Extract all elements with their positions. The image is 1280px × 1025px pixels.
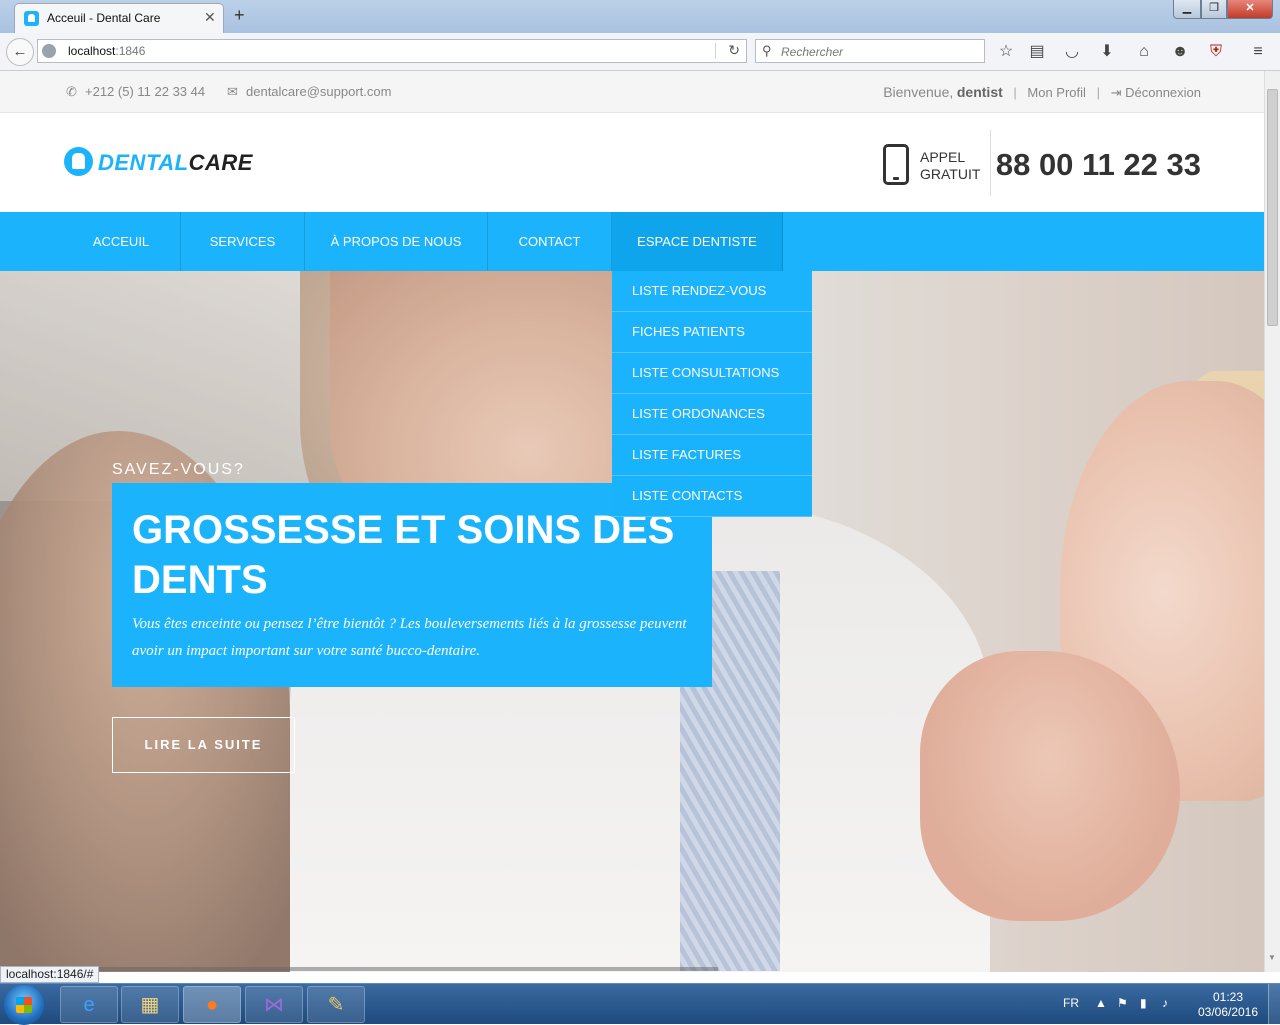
free-call-label: APPEL GRATUIT (920, 149, 980, 183)
paint-icon[interactable]: ✎ (307, 986, 365, 1023)
url-host: localhost (68, 44, 116, 58)
action-center-icon[interactable]: ⚑ (1117, 996, 1128, 1010)
visual-studio-icon[interactable]: ⋈ (245, 986, 303, 1023)
url-bar[interactable]: localhost:1846 ↻ (37, 39, 747, 63)
nav-item-a-propos[interactable]: À PROPOS DE NOUS (305, 212, 488, 271)
file-explorer-icon[interactable]: ▦ (121, 986, 179, 1023)
nav-item-contact[interactable]: CONTACT (488, 212, 612, 271)
call-number: 88 00 11 22 33 (995, 147, 1201, 182)
nav-item-espace-dentiste[interactable]: ESPACE DENTISTE (612, 212, 783, 271)
welcome-username: dentist (956, 84, 1003, 100)
dropdown-item-consultations[interactable]: LISTE CONSULTATIONS (612, 353, 812, 394)
chat-icon[interactable]: ☻ (1170, 42, 1190, 62)
tab-close-button[interactable]: ✕ (204, 9, 216, 26)
window-maximize-button[interactable]: ❐ (1201, 0, 1227, 19)
hero-text: Vous êtes enceinte ou pensez l’être bien… (132, 616, 687, 659)
phone-icon: ✆ (66, 84, 77, 99)
internet-explorer-icon[interactable]: e (60, 986, 118, 1023)
nav-item-services[interactable]: SERVICES (181, 212, 305, 271)
download-icon[interactable]: ⬇ (1097, 42, 1117, 62)
reading-list-icon[interactable]: ▤ (1027, 42, 1047, 62)
site-logo[interactable]: DENTALCARE (98, 150, 253, 176)
logout-link[interactable]: Déconnexion (1125, 85, 1201, 100)
windows-logo-icon (16, 997, 32, 1013)
profile-link[interactable]: Mon Profil (1027, 85, 1086, 100)
bookmark-star-icon[interactable]: ☆ (996, 42, 1016, 62)
top-info-bar: ✆ +212 (5) 11 22 33 44 ✉ dentalcare@suppor… (0, 71, 1264, 113)
window-close-button[interactable]: ✕ (1227, 0, 1273, 19)
firefox-icon[interactable]: ● (183, 986, 241, 1023)
mobile-phone-icon (883, 144, 909, 185)
pocket-icon[interactable]: ◡ (1062, 42, 1082, 62)
show-desktop-button[interactable] (1268, 984, 1280, 1025)
top-email: ✉ dentalcare@support.com (227, 84, 391, 100)
logo-text-dental: DENTAL (98, 150, 189, 175)
status-url: localhost:1846/# (0, 966, 100, 983)
clock-date: 03/06/2016 (1197, 1005, 1259, 1019)
search-placeholder: Rechercher (781, 45, 844, 59)
vertical-scrollbar[interactable]: ▲ ▼ (1264, 71, 1280, 972)
windows-taskbar: e ▦ ● ⋈ ✎ FR ▲ ⚑ ▮ ♪ 01:23 03/06/2016 (0, 983, 1280, 1025)
window-minimize-button[interactable]: ▁ (1173, 0, 1201, 19)
header-divider (990, 130, 991, 196)
language-indicator[interactable]: FR (1063, 996, 1079, 1010)
start-button[interactable] (4, 985, 44, 1025)
reload-icon[interactable]: ↻ (728, 42, 740, 59)
free-call-line1: APPEL (920, 149, 966, 165)
user-area: Bienvenue, dentist | Mon Profil | ⇥ Déco… (883, 84, 1201, 101)
tooth-logo-icon[interactable] (64, 147, 93, 176)
dropdown-item-contacts[interactable]: LISTE CONTACTS (612, 476, 812, 517)
url-separator (715, 43, 716, 59)
home-icon[interactable]: ⌂ (1134, 42, 1154, 62)
back-button[interactable]: ← (6, 38, 34, 66)
logout-icon: ⇥ (1110, 85, 1122, 100)
network-icon[interactable]: ▮ (1140, 996, 1147, 1010)
tooth-favicon-icon (24, 11, 39, 26)
separator: | (1013, 85, 1017, 100)
clock-time: 01:23 (1212, 990, 1244, 1004)
new-tab-button[interactable]: + (234, 5, 245, 26)
hero-title: GROSSESSE ET SOINS DES DENTS (132, 508, 675, 602)
globe-icon (42, 44, 56, 58)
scrollbar-thumb[interactable] (1267, 89, 1278, 326)
browser-tab-bar: Acceuil - Dental Care ✕ + ▁ ❐ ✕ (0, 0, 1280, 33)
dropdown-item-ordonances[interactable]: LISTE ORDONANCES (612, 394, 812, 435)
hero-kicker: SAVEZ-VOUS? (112, 461, 245, 478)
site-header: DENTALCARE APPEL GRATUIT 88 00 11 22 33 (0, 113, 1264, 212)
dropdown-item-factures[interactable]: LISTE FACTURES (612, 435, 812, 476)
hero-progress-bar (0, 967, 718, 971)
espace-dentiste-dropdown: LISTE RENDEZ-VOUS FICHES PATIENTS LISTE … (612, 271, 812, 517)
tray-expand-icon[interactable]: ▲ (1095, 996, 1107, 1010)
url-text: localhost:1846 (68, 44, 145, 58)
dropdown-item-fiches-patients[interactable]: FICHES PATIENTS (612, 312, 812, 353)
system-clock[interactable]: 01:23 03/06/2016 (1196, 990, 1260, 1020)
top-email-text: dentalcare@support.com (246, 84, 392, 99)
web-page: ✆ +212 (5) 11 22 33 44 ✉ dentalcare@suppor… (0, 71, 1264, 972)
search-icon: ⚲ (762, 43, 772, 58)
dropdown-item-rendez-vous[interactable]: LISTE RENDEZ-VOUS (612, 271, 812, 312)
welcome-text: Bienvenue, (883, 84, 954, 100)
volume-icon[interactable]: ♪ (1162, 996, 1168, 1010)
scroll-down-arrow-icon[interactable]: ▼ (1268, 953, 1276, 962)
free-call-line2: GRATUIT (920, 166, 981, 182)
ublock-icon[interactable]: ⛨ (1206, 42, 1226, 62)
envelope-icon: ✉ (227, 84, 238, 99)
nav-item-acceuil[interactable]: ACCEUIL (62, 212, 181, 271)
tab-title: Acceuil - Dental Care (47, 11, 161, 25)
browser-nav-bar: ← localhost:1846 ↻ ⚲ Rechercher ☆ ▤ ◡ ⬇ … (0, 33, 1280, 71)
logo-text-care: CARE (188, 150, 253, 175)
main-nav: ACCEUIL SERVICES À PROPOS DE NOUS CONTAC… (0, 212, 1264, 271)
top-phone: ✆ +212 (5) 11 22 33 44 (66, 84, 205, 100)
browser-tab[interactable]: Acceuil - Dental Care ✕ (14, 3, 224, 33)
separator: | (1096, 85, 1100, 100)
top-phone-text: +212 (5) 11 22 33 44 (85, 84, 206, 99)
search-bar[interactable]: ⚲ Rechercher (755, 39, 985, 63)
url-port: :1846 (115, 44, 146, 58)
read-more-button[interactable]: LIRE LA SUITE (112, 717, 295, 773)
menu-icon[interactable]: ≡ (1248, 42, 1268, 62)
